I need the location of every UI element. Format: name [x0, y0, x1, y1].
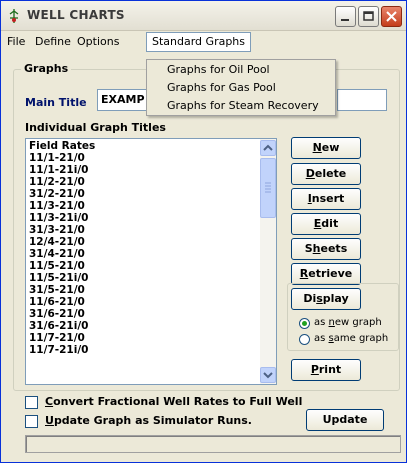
retrieve-button[interactable]: Retrieve	[291, 263, 361, 285]
radio-same-prefix: as	[314, 333, 329, 344]
edit-label: dit	[321, 217, 339, 230]
sheets-label: eets	[320, 242, 348, 255]
print-key: P	[310, 363, 319, 376]
delete-key: D	[305, 167, 315, 180]
update-while-running-label[interactable]: Update Graph as Simulator Runs.	[45, 414, 252, 427]
menu-bar: File Define Options Standard Graphs	[1, 32, 406, 52]
sheets-prefix: S	[304, 242, 313, 255]
main-title-label: Main Title	[25, 96, 87, 109]
retrieve-label: etrieve	[308, 267, 353, 280]
list-item[interactable]: 31/6-21/0	[29, 308, 259, 320]
display-label: play	[322, 292, 349, 305]
display-prefix: Di	[303, 292, 317, 305]
minimize-icon	[341, 19, 349, 21]
convert-text: onvert Fractional Well Rates to Full Wel…	[53, 395, 303, 408]
maximize-icon	[363, 11, 374, 21]
new-key: N	[312, 141, 322, 154]
title-bar[interactable]: WELL CHARTS	[1, 1, 406, 31]
delete-button[interactable]: Delete	[291, 163, 361, 185]
grip-icon	[265, 182, 271, 193]
list-item[interactable]: 31/2-21/0	[29, 188, 259, 200]
list-item[interactable]: 12/4-21/0	[29, 236, 259, 248]
update-text: pdate Graph as Simulator Runs.	[53, 414, 252, 427]
menu-options[interactable]: Options	[72, 32, 124, 52]
main-title-input[interactable]: EXAMP	[97, 89, 149, 111]
list-item[interactable]: 11/3-21/0	[29, 200, 259, 212]
list-item[interactable]: 11/6-21/0	[29, 296, 259, 308]
radio-selected-dot	[302, 321, 307, 326]
menu-item-oil-pool[interactable]: Graphs for Oil Pool	[167, 62, 270, 78]
menu-standard-graphs[interactable]: Standard Graphs	[146, 32, 252, 52]
chevron-down-icon	[263, 372, 273, 379]
insert-button[interactable]: Insert	[291, 188, 361, 210]
graph-titles-listbox[interactable]: Field Rates 11/1-21/0 11/1-21i/0 11/2-21…	[25, 138, 277, 385]
scroll-up-button[interactable]	[260, 140, 276, 156]
list-item[interactable]: 11/1-21/0	[29, 152, 259, 164]
list-item[interactable]: 31/5-21/0	[29, 284, 259, 296]
close-button[interactable]	[381, 6, 402, 27]
delete-label: elete	[314, 167, 347, 180]
convert-rates-label[interactable]: Convert Fractional Well Rates to Full We…	[45, 395, 302, 408]
list-item[interactable]: Field Rates	[29, 140, 259, 152]
list-item[interactable]: 11/2-21/0	[29, 176, 259, 188]
radio-new-prefix: as	[314, 317, 329, 328]
radio-same-graph-label: as same graph	[314, 333, 388, 344]
sheets-button[interactable]: Sheets	[291, 238, 361, 260]
well-chart-icon	[9, 9, 19, 23]
chevron-up-icon	[263, 144, 273, 151]
list-item[interactable]: 11/7-21/0	[29, 332, 259, 344]
update-while-running-checkbox[interactable]	[25, 415, 38, 428]
main-title-input-end[interactable]	[337, 89, 387, 111]
update-key: U	[45, 414, 54, 427]
list-scrollbar[interactable]	[260, 139, 276, 384]
individual-titles-label: Individual Graph Titles	[25, 121, 166, 134]
maximize-button[interactable]	[358, 6, 379, 27]
list-item[interactable]: 11/7-21i/0	[29, 344, 259, 356]
menu-file[interactable]: File	[2, 32, 30, 52]
window-title: WELL CHARTS	[27, 8, 125, 22]
new-button[interactable]: New	[291, 137, 361, 159]
list-item[interactable]: 31/3-21/0	[29, 224, 259, 236]
edit-button[interactable]: Edit	[291, 213, 361, 235]
radio-new-graph-label: as new graph	[314, 317, 382, 328]
list-item[interactable]: 11/5-21i/0	[29, 272, 259, 284]
retrieve-key: R	[299, 267, 309, 280]
convert-key: C	[45, 395, 54, 408]
list-item[interactable]: 11/3-21i/0	[29, 212, 259, 224]
standard-graphs-dropdown: Graphs for Oil Pool Graphs for Gas Pool …	[146, 59, 336, 116]
list-item[interactable]: 11/1-21i/0	[29, 164, 259, 176]
list-item[interactable]: 11/5-21/0	[29, 260, 259, 272]
graph-titles-list: Field Rates 11/1-21/0 11/1-21i/0 11/2-21…	[29, 140, 259, 356]
close-icon	[386, 11, 397, 22]
menu-define[interactable]: Define	[30, 32, 76, 52]
update-button[interactable]: Update	[306, 409, 384, 431]
radio-same-rest: ame graph	[333, 333, 389, 344]
radio-new-graph-circle[interactable]	[299, 318, 310, 329]
status-bar	[25, 435, 401, 453]
scroll-down-button[interactable]	[260, 367, 276, 383]
sheets-key: h	[312, 242, 321, 255]
list-item[interactable]: 31/6-21i/0	[29, 320, 259, 332]
radio-same-graph-circle[interactable]	[299, 334, 310, 345]
new-label: ew	[321, 141, 340, 154]
insert-label: nsert	[311, 192, 345, 205]
menu-item-steam-recovery[interactable]: Graphs for Steam Recovery	[167, 98, 319, 114]
well-charts-window: WELL CHARTS File Define Options Standard…	[0, 0, 407, 463]
graphs-legend: Graphs	[21, 62, 72, 75]
menu-item-gas-pool[interactable]: Graphs for Gas Pool	[167, 80, 276, 96]
print-label: rint	[318, 363, 342, 376]
radio-new-rest: ew graph	[334, 317, 382, 328]
scroll-thumb[interactable]	[260, 158, 276, 218]
print-button[interactable]: Print	[291, 359, 361, 381]
convert-rates-checkbox[interactable]	[25, 396, 38, 409]
minimize-button[interactable]	[335, 6, 356, 27]
list-item[interactable]: 31/4-21/0	[29, 248, 259, 260]
display-button[interactable]: Display	[291, 288, 361, 310]
